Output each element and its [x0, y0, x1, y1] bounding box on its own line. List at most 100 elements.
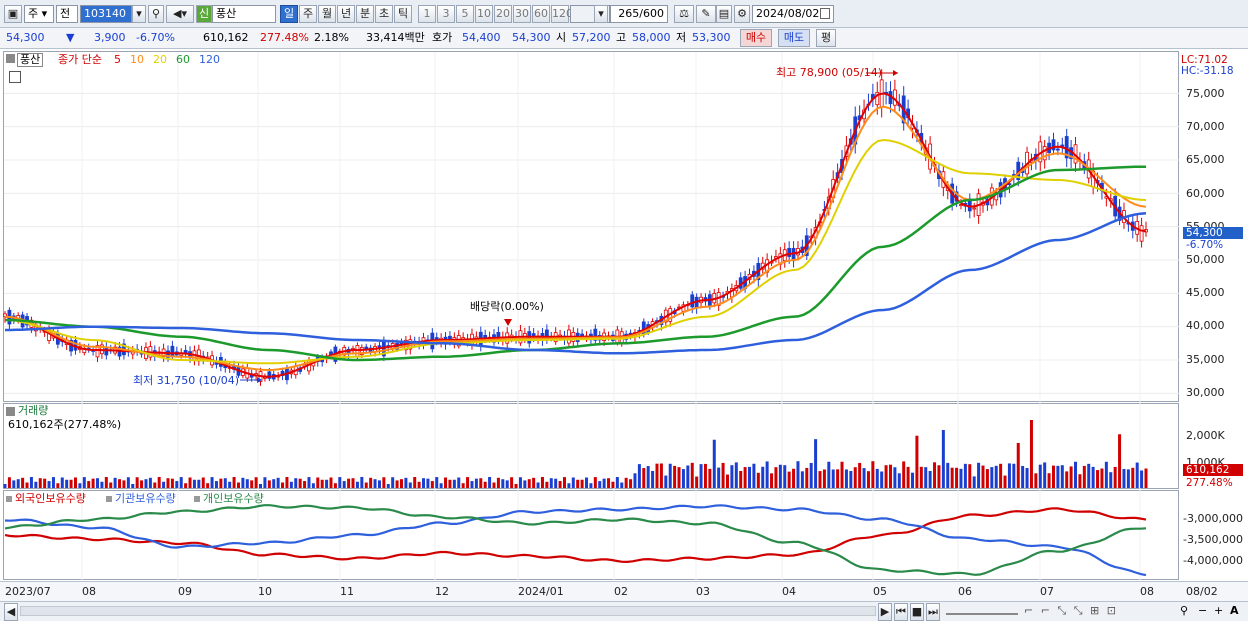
zoom-in-icon[interactable]: + [1214, 604, 1223, 618]
volume-bar [109, 482, 113, 488]
x-tick: 07 [1040, 585, 1054, 598]
volume-bar [298, 478, 302, 488]
volume-bar [382, 477, 386, 488]
ma-line-10 [4, 105, 1147, 372]
holdings-tick: -3,000,000 [1183, 512, 1243, 525]
volume-bar [1118, 434, 1122, 488]
volume-pct-tag: 277.48% [1186, 477, 1233, 489]
volume-bar [56, 483, 60, 488]
volume-handle-icon[interactable] [6, 407, 15, 416]
holdings-legend-marker-1 [106, 496, 112, 502]
volume-bar [888, 464, 892, 488]
volume-bar [1104, 461, 1108, 488]
volume-bar [474, 478, 478, 488]
volume-bar [413, 477, 417, 488]
volume-bar [840, 461, 844, 488]
volume-bar [1038, 464, 1042, 488]
x-tick: 2024/01 [518, 585, 564, 598]
volume-bar [96, 478, 100, 488]
x-tick: 03 [696, 585, 710, 598]
ma-legend-120: 120 [199, 53, 220, 66]
volume-bar [562, 477, 566, 488]
play-icon[interactable]: ⏭ [926, 603, 940, 621]
volume-bar [320, 479, 324, 488]
volume-bar [408, 482, 412, 488]
volume-bar [783, 465, 787, 488]
volume-bar [311, 483, 315, 488]
volume-bar [990, 467, 994, 488]
x-tick: 12 [435, 585, 449, 598]
volume-bar [144, 479, 148, 488]
volume-bar [175, 481, 179, 488]
zoom-slider[interactable] [946, 607, 1018, 615]
volume-bar [364, 482, 368, 488]
volume-bar [866, 471, 870, 488]
volume-bar [170, 478, 174, 488]
volume-bar [1096, 470, 1100, 488]
volume-bar [800, 471, 804, 488]
volume-bar [201, 477, 205, 488]
price-tick: 75,000 [1186, 87, 1225, 100]
volume-bar [510, 477, 514, 488]
volume-bar [646, 466, 650, 488]
stop-icon[interactable]: ■ [910, 603, 924, 621]
volume-bar [567, 483, 571, 488]
volume-bar [897, 473, 901, 488]
volume-bar [792, 468, 796, 488]
volume-bar [928, 470, 932, 488]
holdings-legend-0: 외국인보유수량 [15, 492, 86, 505]
volume-bar [994, 465, 998, 488]
volume-bar [488, 477, 492, 488]
panel-handle-icon[interactable] [6, 54, 15, 63]
volume-bar [259, 483, 263, 488]
x-tick: 08 [82, 585, 96, 598]
volume-bar [1100, 468, 1104, 488]
volume-bar [1029, 420, 1033, 488]
candle-body [1139, 225, 1144, 242]
x-tick: 11 [340, 585, 354, 598]
volume-bar [104, 477, 108, 488]
volume-bar [1135, 462, 1139, 488]
font-size-icon[interactable]: A [1230, 604, 1239, 618]
volume-bar [695, 476, 699, 488]
volume-bar [210, 477, 214, 488]
x-tick: 06 [958, 585, 972, 598]
volume-bar [831, 469, 835, 488]
ma-legend-60: 60 [176, 53, 190, 66]
volume-bar [924, 467, 928, 488]
volume-bar [690, 462, 694, 488]
zoom-out-icon[interactable]: − [1198, 604, 1207, 618]
scroll-left-icon[interactable]: ◀ [4, 603, 18, 621]
legend-stock-name[interactable]: 풍산 [17, 53, 44, 67]
volume-bar [65, 479, 69, 488]
rewind-icon[interactable]: ⏮ [894, 603, 908, 621]
holdings-tick: -4,000,000 [1183, 554, 1243, 567]
zoom-icon[interactable]: ⚲ [1180, 604, 1188, 618]
volume-title: 거래량 [18, 404, 49, 417]
high-arrow-head [893, 70, 898, 76]
x-tick: 2023/07 [5, 585, 51, 598]
volume-bar [743, 467, 747, 488]
volume-bar [100, 481, 104, 488]
volume-bar [761, 466, 765, 488]
volume-bar [1056, 465, 1060, 488]
volume-bar [1091, 466, 1095, 488]
volume-bar [536, 482, 540, 488]
volume-bar [188, 477, 192, 488]
volume-bar [122, 480, 126, 488]
price-tick: 60,000 [1186, 186, 1225, 200]
draw-tools-icon[interactable]: ⌐ ⌐ ⤡ ⤡ ⊞ ⊡ [1024, 604, 1174, 618]
x-tick: 09 [178, 585, 192, 598]
low-annotation: 최저 31,750 (10/04) [133, 374, 240, 387]
high-annotation: 최고 78,900 (05/14) [776, 66, 883, 79]
calculator-icon[interactable] [9, 71, 21, 83]
volume-bar [7, 477, 11, 488]
volume-bar [21, 477, 25, 488]
volume-bar [448, 479, 452, 488]
volume-bar [668, 463, 672, 488]
volume-bar [708, 468, 712, 488]
volume-bar [822, 469, 826, 488]
volume-bar [875, 468, 879, 488]
horizontal-scrollbar[interactable] [20, 606, 876, 616]
scroll-right-icon[interactable]: ▶ [878, 603, 892, 621]
